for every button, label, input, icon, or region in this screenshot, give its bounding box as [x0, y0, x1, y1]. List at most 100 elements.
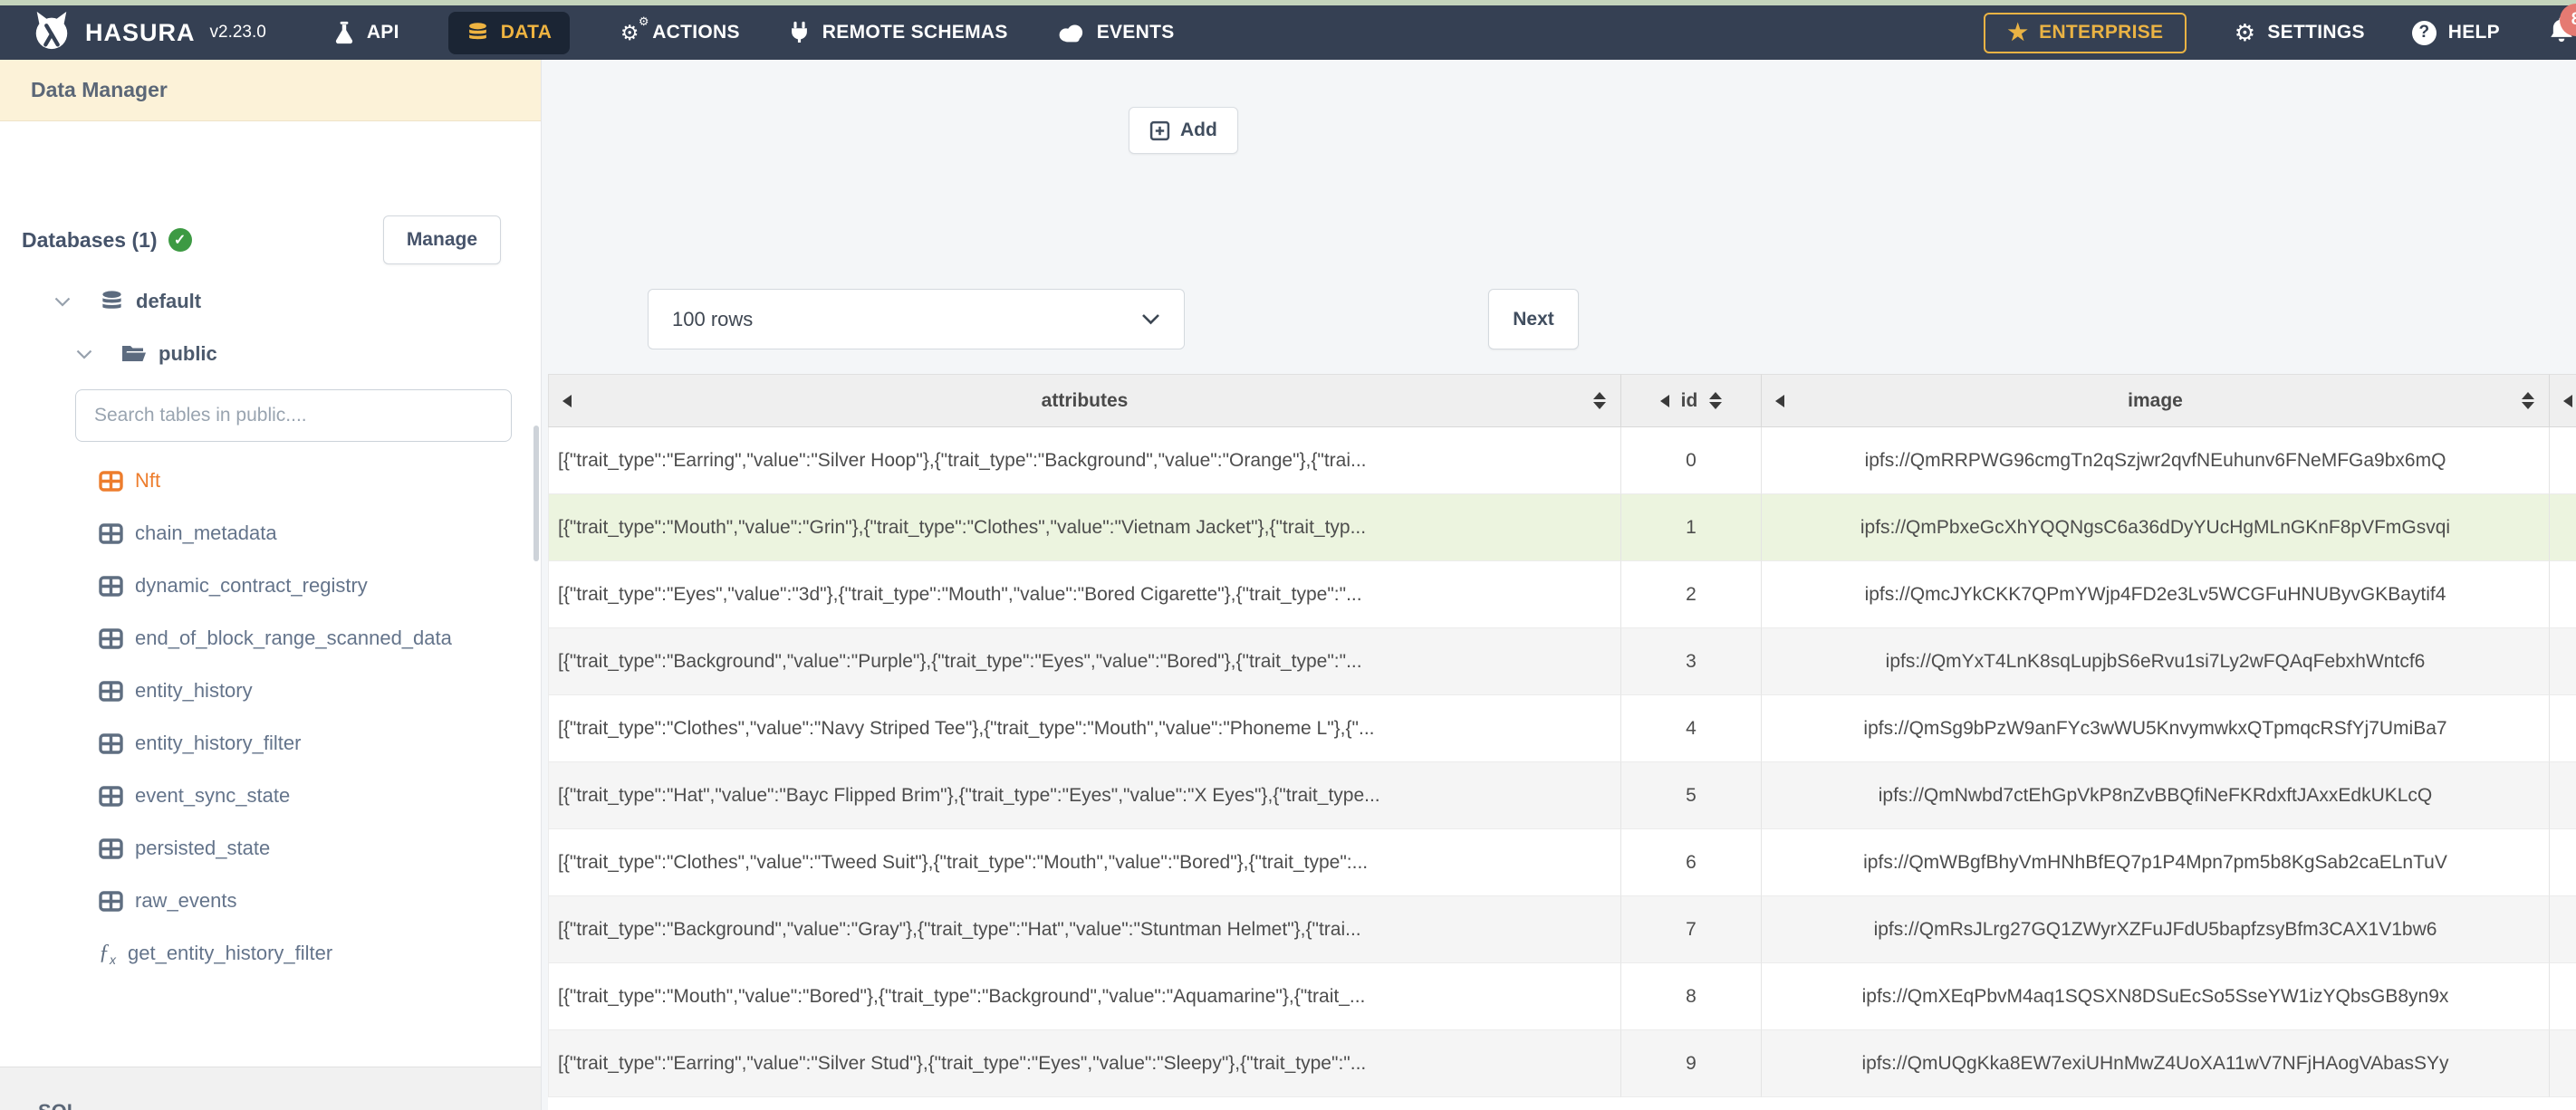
nav-item-api[interactable]: API — [333, 21, 399, 45]
sidebar-table-entity_history_filter[interactable]: entity_history_filter — [0, 717, 541, 770]
cell-attributes[interactable]: [{"trait_type":"Mouth","value":"Bored"},… — [548, 963, 1621, 1030]
nav-item-events[interactable]: EVENTS — [1057, 22, 1175, 43]
sidebar-table-raw_events[interactable]: raw_events — [0, 875, 541, 927]
sidebar-table-chain_metadata[interactable]: chain_metadata — [0, 507, 541, 560]
sidebar-table-entity_history[interactable]: entity_history — [0, 665, 541, 717]
search-tables-input[interactable] — [75, 389, 512, 442]
cell-overflow[interactable] — [2550, 628, 2576, 695]
next-page-button[interactable]: Next — [1488, 289, 1579, 349]
table-row[interactable]: [{"trait_type":"Earring","value":"Silver… — [548, 427, 2576, 494]
cell-id[interactable]: 6 — [1621, 829, 1762, 896]
manage-button[interactable]: Manage — [382, 215, 501, 264]
chevron-down-icon — [1142, 314, 1159, 325]
chevron-down-icon — [54, 297, 71, 307]
cell-image[interactable]: ipfs://QmYxT4LnK8sqLupjbS6eRvu1si7Ly2wFQ… — [1762, 628, 2550, 695]
cell-attributes[interactable]: [{"trait_type":"Eyes","value":"3d"},{"tr… — [548, 561, 1621, 628]
cell-id[interactable]: 8 — [1621, 963, 1762, 1030]
cell-attributes[interactable]: [{"trait_type":"Background","value":"Pur… — [548, 628, 1621, 695]
nav-item-settings[interactable]: ⚙︎ SETTINGS — [2234, 19, 2365, 47]
sort-icon[interactable] — [2522, 392, 2534, 409]
column-header-attributes[interactable]: attributes — [548, 374, 1621, 427]
cell-overflow[interactable] — [2550, 561, 2576, 628]
cell-image[interactable]: ipfs://QmXEqPbvM4aq1SQSXN8DSuEcSo5SseYW1… — [1762, 963, 2550, 1030]
cell-overflow[interactable] — [2550, 494, 2576, 561]
collapse-column-icon[interactable] — [562, 394, 572, 407]
cell-attributes[interactable]: [{"trait_type":"Earring","value":"Silver… — [548, 427, 1621, 494]
table-row[interactable]: [{"trait_type":"Eyes","value":"3d"},{"tr… — [548, 561, 2576, 628]
cell-overflow[interactable] — [2550, 427, 2576, 494]
sidebar-table-dynamic_contract_registry[interactable]: dynamic_contract_registry — [0, 560, 541, 612]
cell-overflow[interactable] — [2550, 829, 2576, 896]
cell-id[interactable]: 2 — [1621, 561, 1762, 628]
tree-node-schema[interactable]: public — [0, 328, 541, 380]
flask-icon — [333, 21, 355, 45]
tree-node-database[interactable]: default — [0, 275, 541, 328]
cell-id[interactable]: 3 — [1621, 628, 1762, 695]
sidebar-table-end_of_block_range_scanned_data[interactable]: end_of_block_range_scanned_data — [0, 612, 541, 665]
cell-image[interactable]: ipfs://QmNwbd7ctEhGpVkP8nZvBBQfiNeFKRdxf… — [1762, 762, 2550, 829]
table-row[interactable]: [{"trait_type":"Mouth","value":"Bored"},… — [548, 963, 2576, 1030]
cell-overflow[interactable] — [2550, 695, 2576, 762]
table-row[interactable]: [{"trait_type":"Hat","value":"Bayc Flipp… — [548, 762, 2576, 829]
sidebar-table-Nft[interactable]: Nft — [0, 455, 541, 507]
cell-id[interactable]: 4 — [1621, 695, 1762, 762]
cell-id[interactable]: 0 — [1621, 427, 1762, 494]
cell-attributes[interactable]: [{"trait_type":"Earring","value":"Silver… — [548, 1030, 1621, 1097]
collapse-column-icon[interactable] — [2563, 394, 2572, 407]
cell-attributes[interactable]: [{"trait_type":"Clothes","value":"Tweed … — [548, 829, 1621, 896]
cell-image[interactable]: ipfs://QmWBgfBhyVmHNhBfEQ7p1P4Mpn7pm5b8K… — [1762, 829, 2550, 896]
cell-attributes[interactable]: [{"trait_type":"Hat","value":"Bayc Flipp… — [548, 762, 1621, 829]
sidebar: Data Manager Databases (1) ✓ Manage defa… — [0, 60, 542, 1110]
table-row[interactable]: [{"trait_type":"Background","value":"Gra… — [548, 896, 2576, 963]
column-header-id[interactable]: id — [1621, 374, 1762, 427]
cell-id[interactable]: 5 — [1621, 762, 1762, 829]
sql-section-label[interactable]: SQL — [38, 1100, 541, 1110]
table-row[interactable]: [{"trait_type":"Background","value":"Pur… — [548, 628, 2576, 695]
cell-image[interactable]: ipfs://QmRsJLrg27GQ1ZWyrXZFuJFdU5bapfzsy… — [1762, 896, 2550, 963]
table-grid-icon — [99, 522, 123, 544]
sidebar-function-get_entity_history_filter[interactable]: ƒx get_entity_history_filter — [0, 927, 541, 980]
nav-item-help[interactable]: ? HELP — [2411, 20, 2500, 45]
table-grid-icon — [99, 627, 123, 649]
column-header-overflow — [2550, 374, 2576, 427]
sidebar-footer[interactable]: SQL — [0, 1067, 541, 1110]
column-header-image[interactable]: image — [1762, 374, 2550, 427]
cell-image[interactable]: ipfs://QmRRPWG96cmgTn2qSzjwr2qvfNEuhunv6… — [1762, 427, 2550, 494]
cell-image[interactable]: ipfs://QmPbxeGcXhYQQNgsC6a36dDyYUcHgMLnG… — [1762, 494, 2550, 561]
collapse-column-icon[interactable] — [1775, 394, 1784, 407]
enterprise-button[interactable]: ★ ENTERPRISE — [1984, 12, 2187, 53]
cell-id[interactable]: 1 — [1621, 494, 1762, 561]
cell-overflow[interactable] — [2550, 762, 2576, 829]
cell-overflow[interactable] — [2550, 1030, 2576, 1097]
rows-per-page-select[interactable]: 100 rows — [648, 289, 1185, 349]
partial-row — [548, 1097, 2576, 1110]
table-row[interactable]: [{"trait_type":"Clothes","value":"Navy S… — [548, 695, 2576, 762]
table-row[interactable]: [{"trait_type":"Mouth","value":"Grin"},{… — [548, 494, 2576, 561]
sort-icon[interactable] — [1593, 392, 1606, 409]
table-row[interactable]: [{"trait_type":"Clothes","value":"Tweed … — [548, 829, 2576, 896]
cell-id[interactable]: 7 — [1621, 896, 1762, 963]
brand[interactable]: HASURA v2.23.0 — [31, 10, 266, 56]
sidebar-table-persisted_state[interactable]: persisted_state — [0, 822, 541, 875]
cell-image[interactable]: ipfs://QmUQgKka8EW7exiUHnMwZ4UoXA11wV7NF… — [1762, 1030, 2550, 1097]
sidebar-table-event_sync_state[interactable]: event_sync_state — [0, 770, 541, 822]
cell-overflow[interactable] — [2550, 963, 2576, 1030]
cell-overflow[interactable] — [2550, 896, 2576, 963]
cell-attributes[interactable]: [{"trait_type":"Background","value":"Gra… — [548, 896, 1621, 963]
nav-item-actions[interactable]: ⚙︎ ⚙︎ ACTIONS — [619, 15, 740, 43]
cell-image[interactable]: ipfs://QmcJYkCKK7QPmYWjp4FD2e3Lv5WCGFuHN… — [1762, 561, 2550, 628]
cell-attributes[interactable]: [{"trait_type":"Clothes","value":"Navy S… — [548, 695, 1621, 762]
nav-item-remote-schemas[interactable]: REMOTE SCHEMAS — [789, 21, 1008, 45]
collapse-column-icon[interactable] — [1659, 394, 1669, 407]
sidebar-scrollbar[interactable] — [533, 426, 539, 561]
help-icon: ? — [2411, 20, 2437, 45]
add-row-button[interactable]: Add — [1129, 107, 1238, 154]
table-row[interactable]: [{"trait_type":"Earring","value":"Silver… — [548, 1030, 2576, 1097]
sort-icon[interactable] — [1709, 392, 1723, 409]
cell-id[interactable]: 9 — [1621, 1030, 1762, 1097]
cell-attributes[interactable]: [{"trait_type":"Mouth","value":"Grin"},{… — [548, 494, 1621, 561]
notifications-button[interactable]: 8 — [2547, 4, 2576, 51]
nav-right: ★ ENTERPRISE ⚙︎ SETTINGS ? HELP 8 — [1984, 4, 2576, 53]
nav-item-data[interactable]: DATA — [447, 11, 571, 54]
cell-image[interactable]: ipfs://QmSg9bPzW9anFYc3wWU5KnvymwkxQTpmq… — [1762, 695, 2550, 762]
